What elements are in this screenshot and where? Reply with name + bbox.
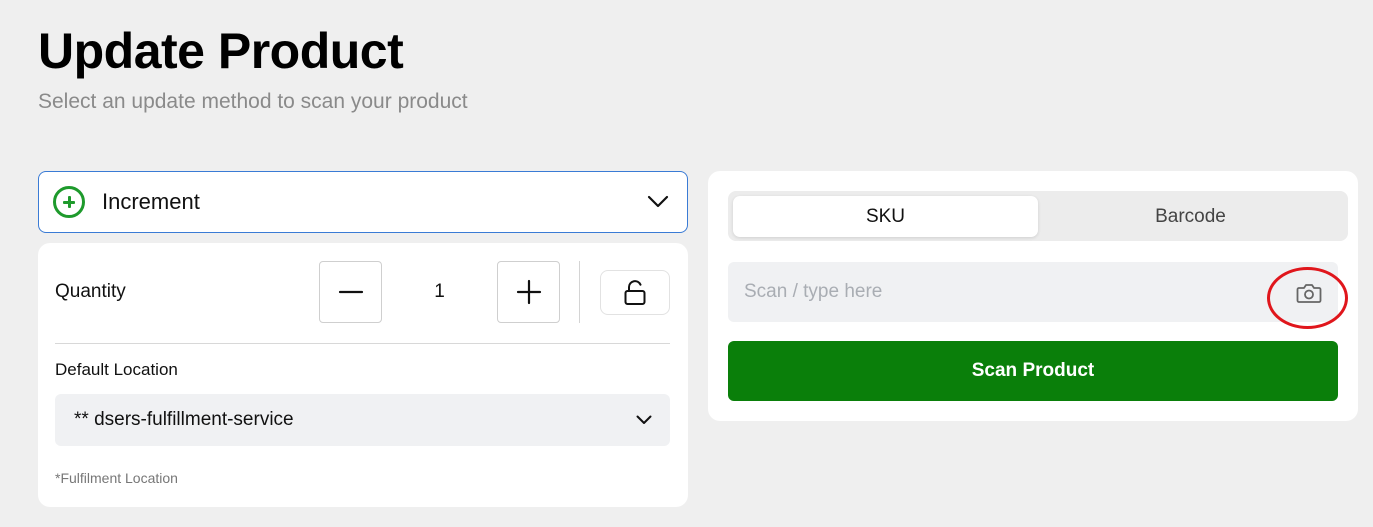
plus-icon (516, 279, 541, 305)
scan-input-container (728, 262, 1338, 322)
camera-icon (1296, 284, 1322, 303)
scan-card: SKU Barcode Scan Product (708, 171, 1358, 421)
update-method-dropdown[interactable]: Increment (38, 171, 688, 233)
quantity-card: Quantity 1 Default Location ** dsers-ful… (38, 243, 688, 507)
lock-toggle-button[interactable] (600, 270, 670, 315)
scan-product-button[interactable]: Scan Product (728, 341, 1338, 401)
minus-icon (338, 290, 363, 294)
chevron-down-icon (636, 415, 652, 424)
increment-button[interactable] (497, 261, 560, 323)
default-location-value: ** dsers-fulfillment-service (74, 409, 294, 430)
camera-button[interactable] (1287, 279, 1331, 307)
tab-barcode[interactable]: Barcode (1038, 196, 1343, 237)
scan-mode-tabs: SKU Barcode (728, 191, 1348, 241)
page-subtitle: Select an update method to scan your pro… (38, 90, 468, 113)
chevron-down-icon (647, 195, 669, 208)
update-method-label: Increment (102, 189, 200, 214)
decrement-button[interactable] (319, 261, 382, 323)
unlock-icon (624, 279, 646, 305)
vertical-divider (579, 261, 580, 323)
default-location-dropdown[interactable]: ** dsers-fulfillment-service (55, 394, 670, 446)
tab-sku[interactable]: SKU (733, 196, 1038, 237)
quantity-value[interactable]: 1 (382, 261, 497, 323)
default-location-label: Default Location (55, 360, 178, 379)
section-divider (55, 343, 670, 344)
quantity-label: Quantity (55, 281, 126, 302)
plus-circle-icon (53, 186, 85, 218)
scan-input[interactable] (728, 262, 1268, 322)
fulfilment-location-note: *Fulfilment Location (55, 470, 178, 486)
page-title: Update Product (38, 23, 404, 79)
